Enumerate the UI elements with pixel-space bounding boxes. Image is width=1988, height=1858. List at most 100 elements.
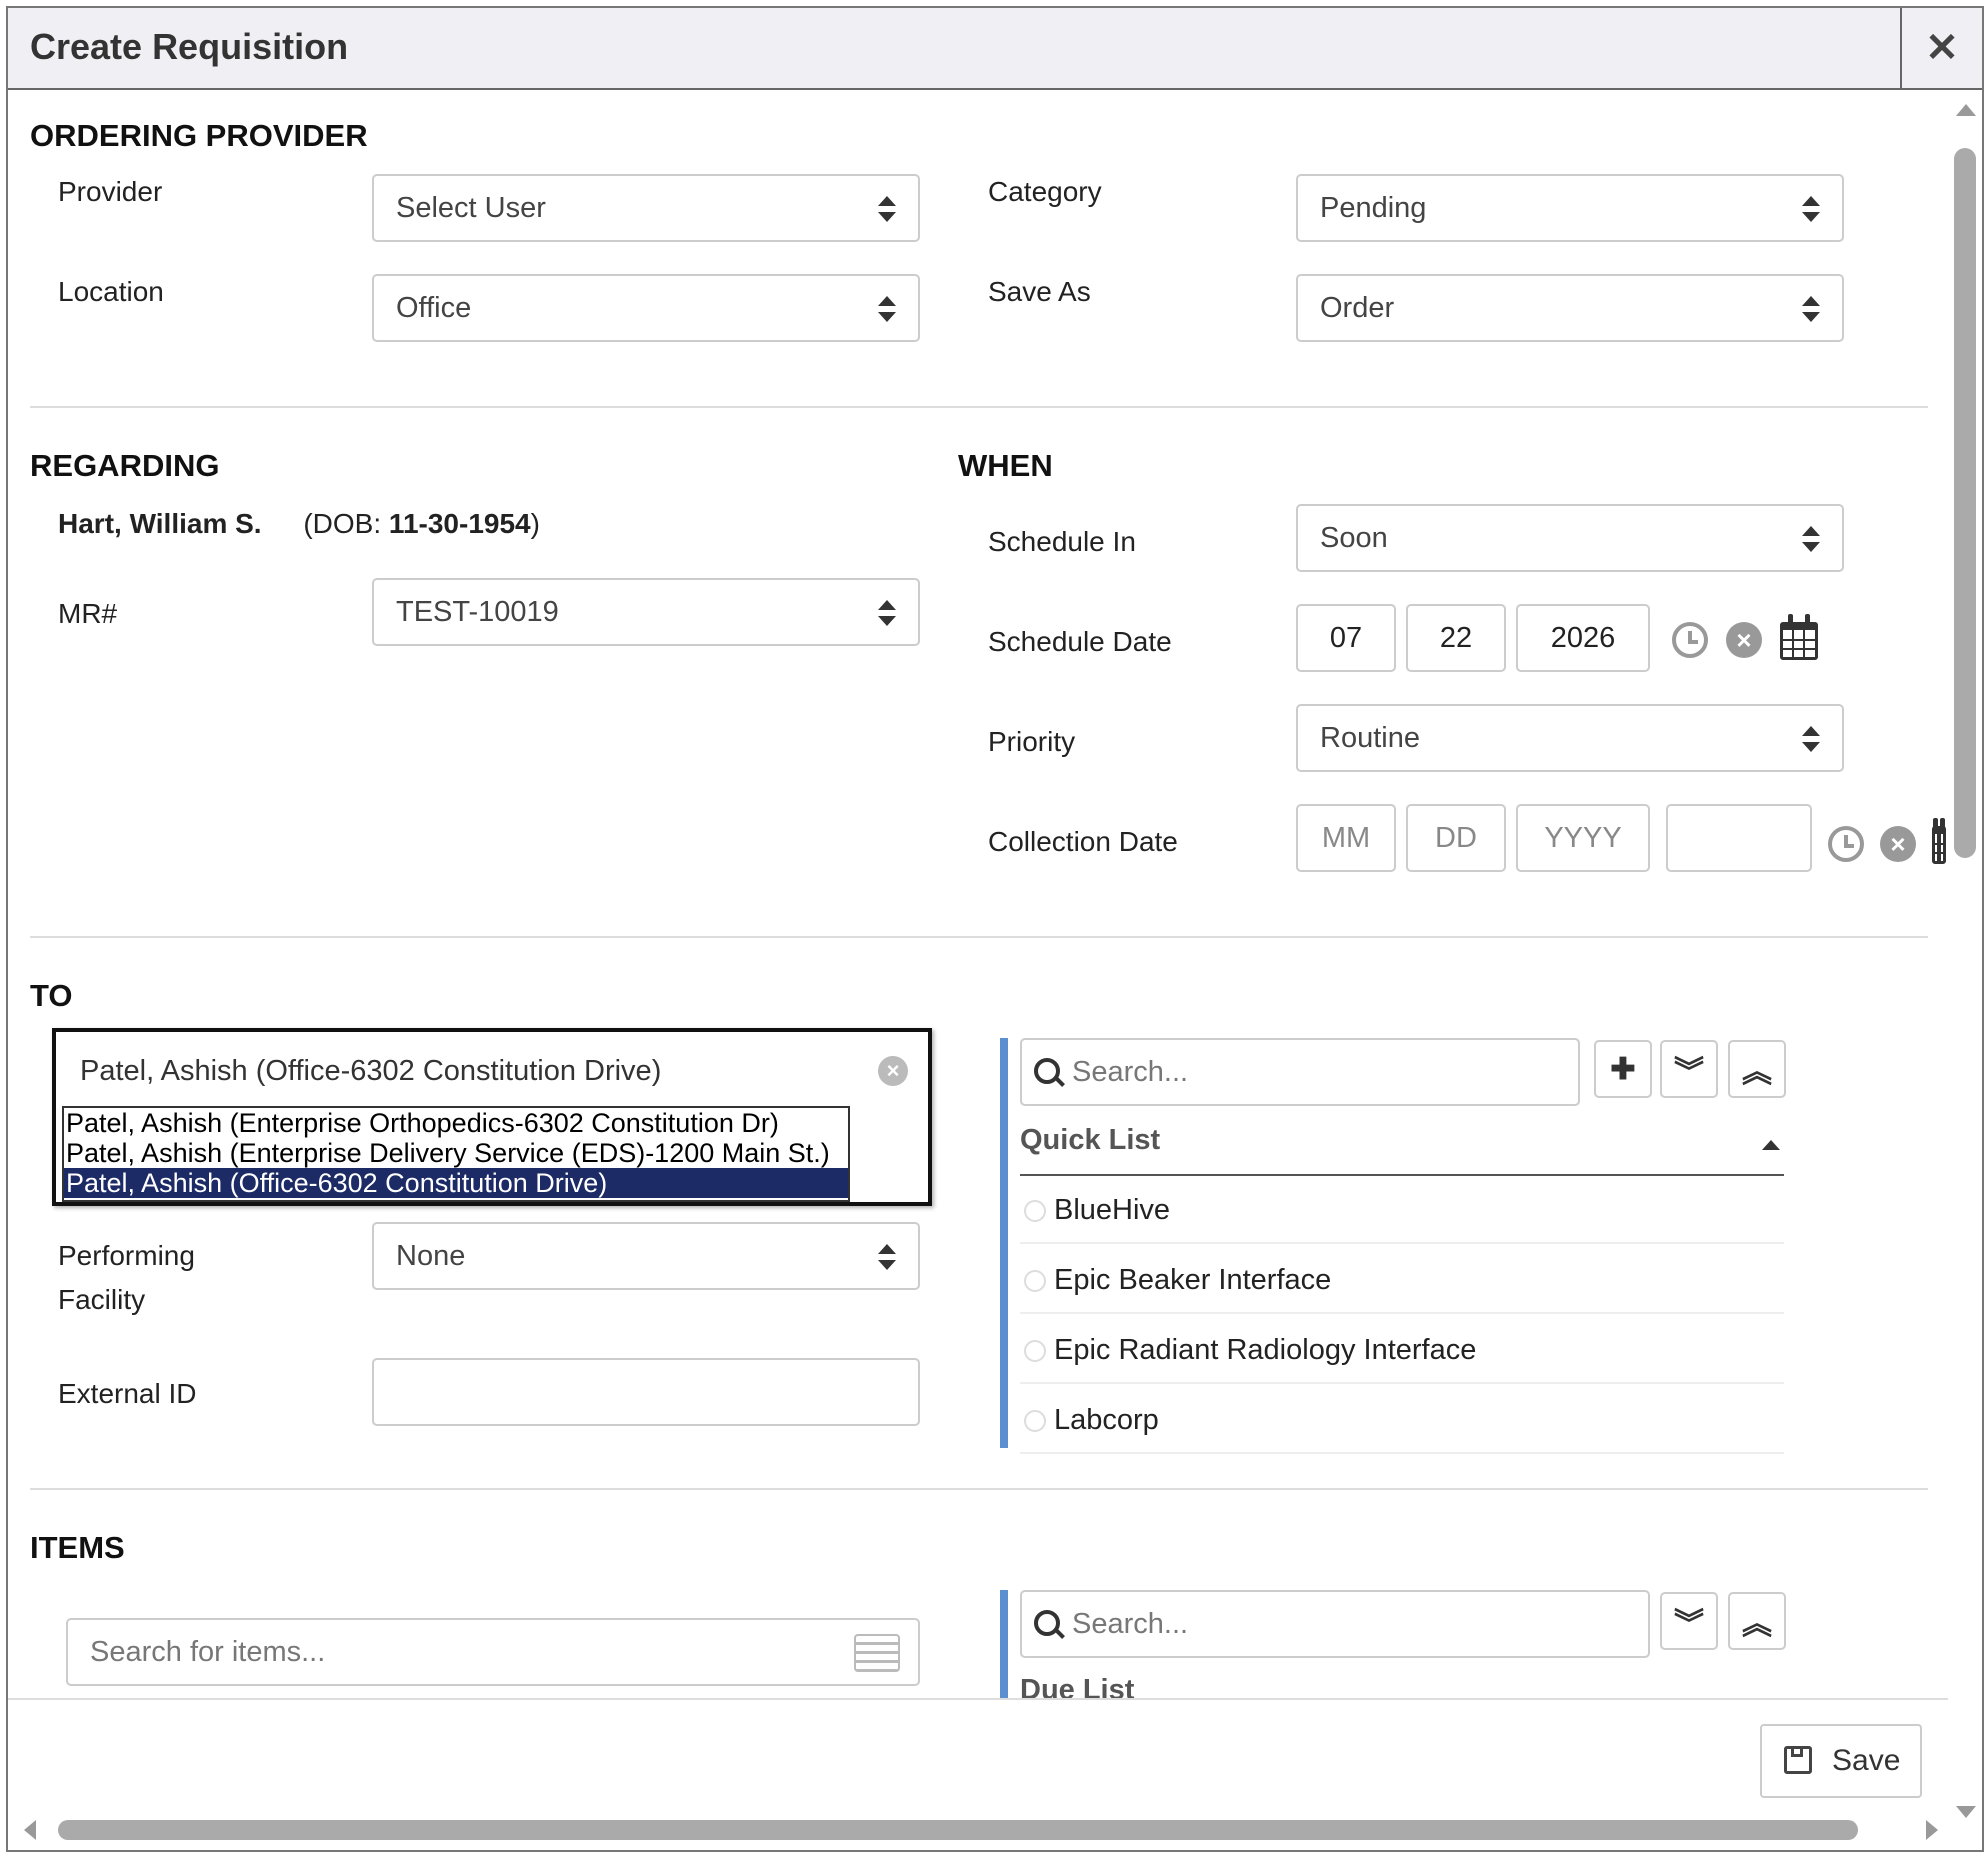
quick-list-item-label: Epic Beaker Interface xyxy=(1054,1264,1332,1296)
quick-list-item-label: BlueHive xyxy=(1054,1194,1171,1226)
section-divider xyxy=(30,1488,1928,1490)
close-icon: ✕ xyxy=(1925,26,1959,70)
vertical-scroll-thumb[interactable] xyxy=(1954,148,1976,858)
select-arrows-icon xyxy=(1802,526,1820,552)
select-arrows-icon xyxy=(878,1244,896,1270)
clock-icon[interactable] xyxy=(1672,622,1708,658)
collection-date-year-input[interactable]: YYYY xyxy=(1516,804,1650,872)
collection-date-day-input[interactable]: DD xyxy=(1406,804,1506,872)
items-heading: ITEMS xyxy=(30,1530,125,1565)
items-right-search-input[interactable]: Search... xyxy=(1020,1590,1650,1658)
priority-select-value: Routine xyxy=(1320,722,1420,754)
schedule-in-select[interactable]: Soon xyxy=(1296,504,1844,572)
patient-info: Hart, William S. (DOB: 11-30-1954) xyxy=(58,508,540,540)
schedule-date-month-input[interactable]: 07 xyxy=(1296,604,1396,672)
items-search-input[interactable]: Search for items... xyxy=(66,1618,920,1686)
collapse-all-button[interactable]: ︽ xyxy=(1728,1040,1786,1098)
category-select-value: Pending xyxy=(1320,192,1427,224)
mr-select-value: TEST-10019 xyxy=(396,596,559,628)
select-arrows-icon xyxy=(878,296,896,322)
clear-date-icon[interactable]: × xyxy=(1880,826,1916,862)
radio-icon[interactable] xyxy=(1024,1270,1046,1292)
to-search-placeholder: Search... xyxy=(1072,1056,1189,1088)
list-icon[interactable] xyxy=(854,1634,900,1672)
to-combobox: Patel, Ashish (Office-6302 Constitution … xyxy=(52,1028,932,1206)
horizontal-scroll-thumb[interactable] xyxy=(58,1820,1858,1840)
schedule-in-label: Schedule In xyxy=(988,526,1136,557)
items-right-search-placeholder: Search... xyxy=(1072,1608,1189,1640)
to-option-selected[interactable]: Patel, Ashish (Office-6302 Constitution … xyxy=(64,1168,848,1198)
quick-list-item[interactable]: BlueHive xyxy=(1020,1176,1784,1244)
location-select-value: Office xyxy=(396,292,472,324)
save-as-select-value: Order xyxy=(1320,292,1395,324)
expand-all-button[interactable]: ︾ xyxy=(1660,1592,1718,1650)
floppy-disk-icon xyxy=(1784,1746,1812,1774)
add-button[interactable]: ✚ xyxy=(1594,1040,1652,1098)
patient-dob: 11-30-1954 xyxy=(388,508,531,539)
calendar-icon[interactable] xyxy=(1780,614,1818,660)
external-id-label: External ID xyxy=(58,1378,197,1409)
quick-list-item[interactable]: Epic Beaker Interface xyxy=(1020,1246,1784,1314)
double-chevron-down-icon: ︾ xyxy=(1674,1056,1704,1089)
location-select[interactable]: Office xyxy=(372,274,920,342)
mr-select[interactable]: TEST-10019 xyxy=(372,578,920,646)
priority-label: Priority xyxy=(988,726,1076,757)
calendar-icon[interactable] xyxy=(1932,818,1946,864)
collection-date-label: Collection Date xyxy=(988,826,1178,857)
quick-list-item[interactable]: Labcorp xyxy=(1020,1386,1784,1454)
collection-date-month-input[interactable]: MM xyxy=(1296,804,1396,872)
schedule-date-year-input[interactable]: 2026 xyxy=(1516,604,1650,672)
close-button[interactable]: ✕ xyxy=(1900,8,1982,88)
priority-select[interactable]: Routine xyxy=(1296,704,1844,772)
clear-date-icon[interactable]: × xyxy=(1726,622,1762,658)
quick-list-item[interactable]: Epic Radiant Radiology Interface xyxy=(1020,1316,1784,1384)
dialog-footer: Save xyxy=(8,1698,1948,1820)
collapse-all-button[interactable]: ︽ xyxy=(1728,1592,1786,1650)
select-arrows-icon xyxy=(878,600,896,626)
to-option[interactable]: Patel, Ashish (Enterprise Delivery Servi… xyxy=(64,1138,848,1168)
category-label: Category xyxy=(988,176,1102,207)
save-as-select[interactable]: Order xyxy=(1296,274,1844,342)
scroll-right-arrow-icon[interactable] xyxy=(1926,1820,1938,1840)
save-as-label: Save As xyxy=(988,276,1091,307)
to-quick-list-panel: Search... ✚ ︾ ︽ Quick List BlueHive Epic… xyxy=(1000,1038,1798,1454)
regarding-heading: REGARDING xyxy=(30,448,220,483)
due-list-panel: Search... ︾ ︽ Due List xyxy=(1000,1590,1798,1710)
performing-facility-label-line2: Facility xyxy=(58,1284,146,1315)
double-chevron-up-icon: ︽ xyxy=(1742,1608,1772,1641)
clock-icon[interactable] xyxy=(1828,826,1864,862)
category-select[interactable]: Pending xyxy=(1296,174,1844,242)
section-divider xyxy=(30,936,1928,938)
collection-time-input[interactable] xyxy=(1666,804,1812,872)
select-arrows-icon xyxy=(1802,726,1820,752)
horizontal-scrollbar[interactable] xyxy=(18,1820,1958,1844)
schedule-date-day-input[interactable]: 22 xyxy=(1406,604,1506,672)
scroll-down-arrow-icon[interactable] xyxy=(1956,1806,1976,1818)
radio-icon[interactable] xyxy=(1024,1410,1046,1432)
search-icon xyxy=(1034,1610,1060,1636)
performing-facility-select[interactable]: None xyxy=(372,1222,920,1290)
dialog-title: Create Requisition xyxy=(30,26,349,67)
vertical-scrollbar[interactable] xyxy=(1954,98,1976,1818)
radio-icon[interactable] xyxy=(1024,1200,1046,1222)
to-heading: TO xyxy=(30,978,73,1013)
create-requisition-dialog: Create Requisition ✕ ORDERING PROVIDER P… xyxy=(6,6,1984,1852)
select-arrows-icon xyxy=(1802,196,1820,222)
when-heading: WHEN xyxy=(958,448,1053,483)
radio-icon[interactable] xyxy=(1024,1340,1046,1362)
caret-up-icon[interactable] xyxy=(1762,1140,1780,1150)
expand-all-button[interactable]: ︾ xyxy=(1660,1040,1718,1098)
save-button-label: Save xyxy=(1832,1744,1901,1777)
save-button[interactable]: Save xyxy=(1760,1724,1922,1798)
to-option[interactable]: Patel, Ashish (Enterprise Orthopedics-63… xyxy=(64,1108,848,1138)
scroll-up-arrow-icon[interactable] xyxy=(1956,104,1976,116)
scroll-left-arrow-icon[interactable] xyxy=(24,1820,36,1840)
provider-select[interactable]: Select User xyxy=(372,174,920,242)
clear-input-icon[interactable]: × xyxy=(878,1056,908,1086)
to-input[interactable]: Patel, Ashish (Office-6302 Constitution … xyxy=(62,1038,922,1104)
external-id-input[interactable] xyxy=(372,1358,920,1426)
to-search-input[interactable]: Search... xyxy=(1020,1038,1580,1106)
patient-name: Hart, William S. xyxy=(58,508,262,539)
schedule-date-label: Schedule Date xyxy=(988,626,1172,657)
quick-list-title[interactable]: Quick List xyxy=(1020,1124,1160,1157)
